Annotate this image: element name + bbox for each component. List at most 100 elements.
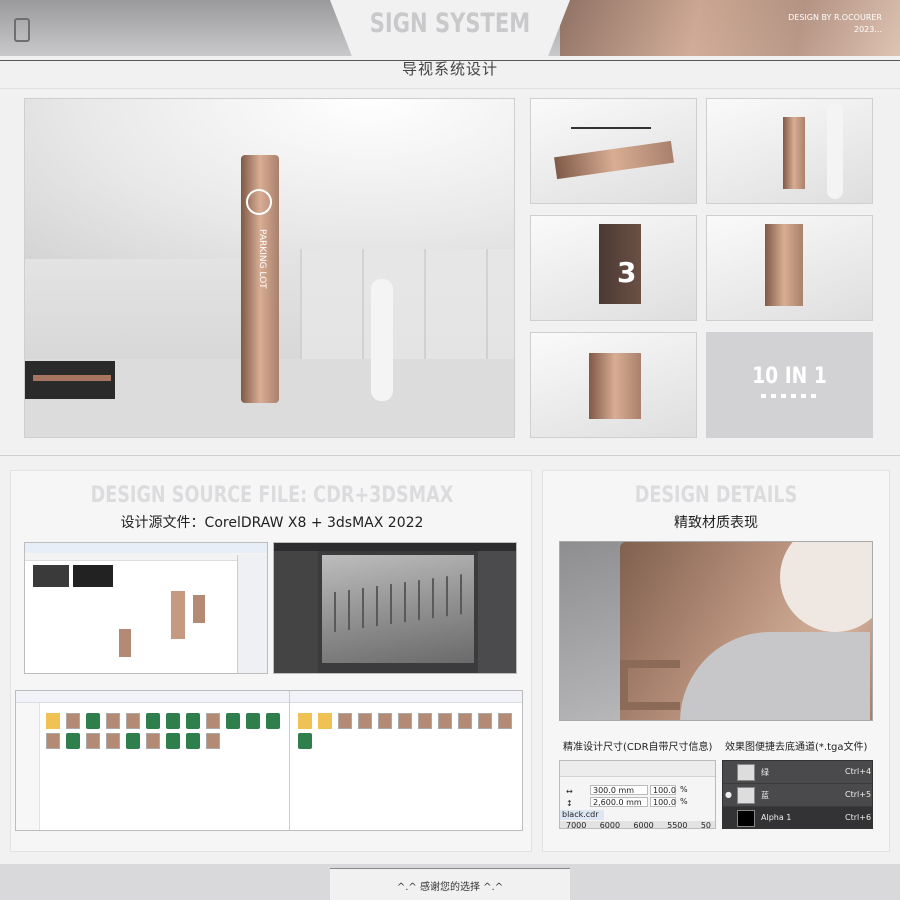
cdr-file-icon[interactable] xyxy=(126,733,140,749)
image-file-icon[interactable] xyxy=(358,713,372,729)
counter-sign xyxy=(33,375,111,381)
poster: SIGN SYSTEM 导视系统设计 DESIGN BY R.OCOURER 2… xyxy=(0,0,900,900)
thumb-wall-sign-2 xyxy=(706,215,873,321)
cdr-file-icon[interactable] xyxy=(186,733,200,749)
standing-sign xyxy=(783,117,805,189)
cdr-menubar xyxy=(25,543,267,553)
channel-shortcut: Ctrl+5 xyxy=(845,790,872,799)
ruler: 7000 6000 6000 5500 50 xyxy=(560,821,715,829)
max-scene-explorer xyxy=(274,551,318,673)
cdr-file-icon[interactable] xyxy=(246,713,260,729)
channel-thumb xyxy=(737,764,755,781)
divider-under-title xyxy=(0,88,900,89)
image-file-icon[interactable] xyxy=(106,713,120,729)
hanging-sign xyxy=(554,140,674,180)
channel-row-alpha[interactable]: Alpha 1 Ctrl+6 xyxy=(723,807,872,828)
divider-mid xyxy=(0,455,900,456)
main-render: PARKING LOT xyxy=(24,98,515,438)
cdr-file-icon[interactable] xyxy=(186,713,200,729)
image-file-icon[interactable] xyxy=(86,733,100,749)
image-file-icon[interactable] xyxy=(438,713,452,729)
credit-line-2: 2023... xyxy=(854,25,882,34)
cdr-sign-a xyxy=(171,591,185,639)
width-icon: ↔ xyxy=(566,787,573,796)
image-file-icon[interactable] xyxy=(146,733,160,749)
image-file-icon[interactable] xyxy=(338,713,352,729)
cdr-artboard-black xyxy=(73,565,113,587)
ten-in-one-badge: 10 IN 1 xyxy=(752,364,827,389)
cdr-file-icon[interactable] xyxy=(226,713,240,729)
file-explorer-screenshot xyxy=(15,690,523,831)
channel-row-green[interactable]: 绿 Ctrl+4 xyxy=(723,761,872,784)
cdr-file-icon[interactable] xyxy=(66,733,80,749)
cdr-file-icon[interactable] xyxy=(166,713,180,729)
cdr-file-icon[interactable] xyxy=(266,713,280,729)
channel-name: 蓝 xyxy=(761,791,769,800)
dim-toolbar xyxy=(560,761,715,777)
image-file-icon[interactable] xyxy=(46,733,60,749)
wall-sign-copper xyxy=(765,224,803,306)
height-field[interactable]: 2,600.0 mm xyxy=(590,797,648,807)
image-file-icon[interactable] xyxy=(206,713,220,729)
ten-in-one-tile: 10 IN 1 xyxy=(706,332,873,438)
height-icon: ↕ xyxy=(566,799,573,808)
3dsmax-screenshot xyxy=(273,542,517,674)
cdr-file-icon[interactable] xyxy=(146,713,160,729)
cdr-sign-b xyxy=(193,595,205,623)
width-field[interactable]: 300.0 mm xyxy=(590,785,648,795)
image-file-icon[interactable] xyxy=(418,713,432,729)
channel-row-blue[interactable]: ● 蓝 Ctrl+5 xyxy=(723,784,872,807)
explorer-nav-pane xyxy=(16,703,40,830)
max-menubar xyxy=(274,543,516,551)
folder-icon[interactable] xyxy=(318,713,332,729)
file-tab[interactable]: black.cdr xyxy=(560,810,604,820)
cdr-file-icon[interactable] xyxy=(86,713,100,729)
image-file-icon[interactable] xyxy=(206,733,220,749)
image-file-icon[interactable] xyxy=(378,713,392,729)
hanging-rod xyxy=(571,127,651,129)
eye-icon[interactable]: ● xyxy=(725,790,732,799)
ruler-tick: 6000 xyxy=(633,821,654,829)
wall-sign-number: 3 xyxy=(617,256,637,289)
folder-icon[interactable] xyxy=(46,713,60,729)
credit-line-1: DESIGN BY R.OCOURER xyxy=(788,13,882,22)
cdr-sign-c xyxy=(119,629,131,657)
ruler-tick: 50 xyxy=(700,821,711,829)
image-file-icon[interactable] xyxy=(498,713,512,729)
cdr-dimension-panel: ↔ 300.0 mm 100.0 % ↕ 2,600.0 mm 100.0 % … xyxy=(559,760,716,829)
channel-thumb xyxy=(737,810,755,827)
totem-sign-text: PARKING LOT xyxy=(257,229,267,289)
image-file-icon[interactable] xyxy=(66,713,80,729)
cdr-file-icon[interactable] xyxy=(298,733,312,749)
thumb-hanging-sign xyxy=(530,98,697,204)
blade-sign xyxy=(589,353,641,419)
person-figure xyxy=(371,279,393,401)
cdr-artboard-dark xyxy=(33,565,69,587)
image-file-icon[interactable] xyxy=(458,713,472,729)
folder-icon[interactable] xyxy=(298,713,312,729)
coreldraw-screenshot xyxy=(24,542,268,674)
source-title-cn: 设计源文件：CorelDRAW X8 + 3dsMAX 2022 xyxy=(120,515,424,531)
channel-shortcut: Ctrl+4 xyxy=(845,767,872,776)
image-file-icon[interactable] xyxy=(106,733,120,749)
scale-height-field[interactable]: 100.0 xyxy=(650,797,676,807)
image-file-icon[interactable] xyxy=(398,713,412,729)
channel-shortcut: Ctrl+6 xyxy=(845,813,872,822)
fret-ornament xyxy=(620,660,680,710)
image-file-icon[interactable] xyxy=(126,713,140,729)
cdr-side-panel xyxy=(237,555,267,673)
scale-width-field[interactable]: 100.0 xyxy=(650,785,676,795)
dimensions-label: 精准设计尺寸(CDR自带尺寸信息) xyxy=(563,742,713,753)
footer-line xyxy=(330,868,570,869)
ruler-tick: 7000 xyxy=(566,821,587,829)
pct-label-2: % xyxy=(680,797,688,806)
dots-divider xyxy=(761,394,821,398)
cdr-file-icon[interactable] xyxy=(166,733,180,749)
details-title-en: DESIGN DETAILS xyxy=(634,483,798,508)
source-title-en: DESIGN SOURCE FILE: CDR+3DSMAX xyxy=(90,483,454,508)
channels-panel: 绿 Ctrl+4 ● 蓝 Ctrl+5 Alpha 1 Ctrl+6 xyxy=(722,760,873,829)
image-file-icon[interactable] xyxy=(478,713,492,729)
thumb-standing-sign xyxy=(706,98,873,204)
channel-name: 绿 xyxy=(761,768,769,777)
thumb-wall-sign: 3 xyxy=(530,215,697,321)
